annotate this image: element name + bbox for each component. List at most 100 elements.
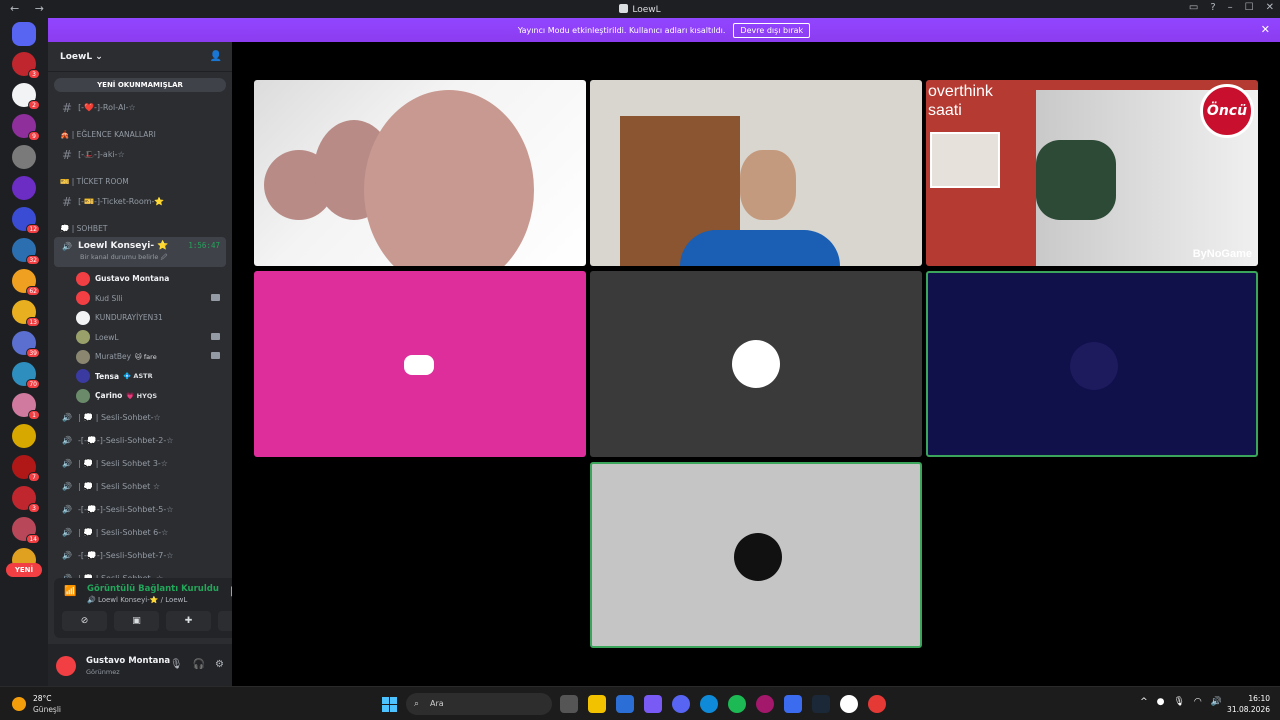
microphone-icon[interactable]: 🎙 [170, 659, 183, 670]
category-ticket[interactable]: 🎫 | TİCKET ROOM [48, 166, 232, 190]
wifi-icon[interactable]: ◠ [1194, 697, 1202, 707]
connection-status[interactable]: Görüntülü Bağlantı Kuruldu [87, 584, 219, 594]
channel-rol-al[interactable]: # [-❤️-]-Rol-Al-☆ [48, 96, 232, 119]
weather-sun-icon[interactable] [12, 697, 26, 711]
user-panel: Gustavo Montana Görünmez 🎙 🎧 ⚙ [48, 644, 232, 686]
new-servers-pill[interactable]: YENİ [6, 563, 42, 577]
channel-aki[interactable]: # [-🎩-]-aki-☆ [48, 143, 232, 166]
active-voice-channel[interactable]: 🔊 Loewl Konseyi- ⭐ Bir kanal durumu belir… [54, 237, 226, 267]
minimize-button[interactable]: – [1228, 2, 1233, 13]
video-tile-3[interactable]: overthink saati Öncü ByNoGame [926, 80, 1258, 266]
server-icon[interactable] [12, 145, 36, 169]
user-name[interactable]: Gustavo Montana [86, 656, 170, 666]
close-window-button[interactable]: ✕ [1266, 2, 1274, 13]
voice-member[interactable]: MuratBey 🐱 fare [48, 347, 232, 367]
camera-off-button[interactable]: ⊘ [62, 611, 107, 631]
server-icon[interactable]: 2 [12, 83, 40, 110]
discord-icon[interactable] [672, 695, 690, 713]
start-button[interactable] [382, 697, 397, 712]
activities-button[interactable]: ✚ [166, 611, 211, 631]
inbox-icon[interactable]: ▭ [1189, 2, 1198, 13]
server-icon[interactable]: 32 [12, 238, 40, 265]
voice-channel[interactable]: 🔊 -[-💭-]-Sesli-Sohbet-5-☆ [48, 498, 232, 521]
person [680, 230, 840, 266]
app-icon[interactable] [868, 695, 886, 713]
server-icon[interactable]: 7 [12, 455, 40, 482]
voice-channel[interactable]: 🔊 | 💭 | Sesli Sohbet ☆ [48, 475, 232, 498]
video-tile-1[interactable] [254, 80, 586, 266]
taskbar-search[interactable]: ⌕ Ara [406, 693, 552, 715]
unread-pill[interactable]: YENİ OKUNMAMIŞLAR [54, 78, 226, 92]
avatar[interactable] [56, 656, 76, 676]
voice-channel-name: | 💭 | Sesli Sohbet 3-☆ [77, 458, 168, 468]
invite-icon[interactable]: 👤 [210, 51, 222, 62]
headphones-icon[interactable]: 🎧 [193, 659, 205, 670]
app-icon[interactable]: ● [1157, 697, 1165, 707]
opera-gx-icon[interactable] [756, 695, 774, 713]
close-icon[interactable]: ✕ [1261, 23, 1270, 36]
chevron-up-icon[interactable]: ^ [1140, 697, 1148, 707]
voice-channel[interactable]: 🔊 | 💭 | Sesli-Sohbet-☆ [48, 406, 232, 429]
server-icon[interactable]: 1 [12, 393, 40, 420]
voice-member[interactable]: Tensa 💠 ASTR [48, 367, 232, 387]
server-icon[interactable] [12, 424, 36, 448]
voice-member[interactable]: Çarino 💗 HYQS [48, 386, 232, 406]
server-icon[interactable]: 9 [12, 114, 40, 141]
discord-home-icon[interactable] [12, 22, 36, 46]
task-view-icon[interactable] [560, 695, 578, 713]
weather-temp[interactable]: 28°C [33, 694, 52, 703]
video-tile-2[interactable] [590, 80, 922, 266]
server-icon[interactable] [12, 176, 36, 200]
server-icon[interactable]: 3 [12, 486, 40, 513]
voice-member[interactable]: Gustavo Montana [48, 269, 232, 289]
category-eglence[interactable]: 🎪 | EĞLENCE KANALLARI [48, 119, 232, 143]
voice-channel[interactable]: 🔊 | 💭 | Sesli Sohbet 3-☆ [48, 452, 232, 475]
microphone-icon[interactable]: 🎙 [1173, 697, 1184, 707]
steam-icon[interactable] [812, 695, 830, 713]
store-icon[interactable] [616, 695, 634, 713]
voice-member[interactable]: LoewL [48, 328, 232, 348]
video-tile-7[interactable] [590, 462, 922, 648]
server-icon[interactable]: 12 [12, 207, 40, 234]
edge-icon[interactable] [700, 695, 718, 713]
connected-channel[interactable]: 🔊 Loewl Konseyi-⭐ / LoewL [87, 596, 187, 604]
voice-channel[interactable]: 🔊 | 💭 | Sesli-Sohbet 6-☆ [48, 521, 232, 544]
member-name: Çarino [95, 391, 123, 401]
app-icon[interactable] [784, 695, 802, 713]
voice-member[interactable]: Kud Slli [48, 289, 232, 309]
maximize-button[interactable]: ☐ [1245, 2, 1254, 13]
taskbar-clock[interactable]: 16:10 31.08.2026 [1227, 693, 1270, 715]
screen-share-button[interactable]: ▣ [114, 611, 159, 631]
channel-status-prompt[interactable]: Bir kanal durumu belirle 🖉 [62, 253, 226, 264]
category-sohbet[interactable]: 💭 | SOHBET [48, 213, 232, 237]
video-tile-4[interactable] [254, 271, 586, 457]
signal-icon[interactable]: 📶 [64, 586, 80, 602]
voice-channel[interactable]: 🔊 -[-💭-]-Sesli-Sohbet-2-☆ [48, 429, 232, 452]
disable-streamer-mode-button[interactable]: Devre dışı bırak [733, 22, 811, 38]
app-icon[interactable] [840, 695, 858, 713]
voice-channel[interactable]: 🔊 -[-💭-]-Sesli-Sohbet-7-☆ [48, 544, 232, 567]
speaker-icon: 🔊 [62, 481, 72, 491]
file-explorer-icon[interactable] [588, 695, 606, 713]
widgets-icon[interactable] [644, 695, 662, 713]
server-icon[interactable]: 39 [12, 331, 40, 358]
video-tile-6[interactable] [926, 271, 1258, 457]
channel-ticket-room[interactable]: # [-🎫-]-Ticket-Room-⭐ [48, 190, 232, 213]
server-icon[interactable]: 62 [12, 269, 40, 296]
server-icon[interactable]: 13 [12, 300, 40, 327]
voice-member[interactable]: KUNDURAYİYEN31 [48, 308, 232, 328]
avatar [76, 388, 90, 403]
help-icon[interactable]: ? [1210, 2, 1215, 13]
avatar [76, 291, 90, 306]
server-icon[interactable]: 14 [12, 517, 40, 544]
speaker-icon: 🔊 [62, 435, 72, 445]
video-tile-5[interactable] [590, 271, 922, 457]
gear-icon[interactable]: ⚙ [215, 659, 224, 670]
volume-icon[interactable]: 🔊 [1211, 697, 1222, 707]
guild-header[interactable]: LoewL ⌄ 👤 [48, 42, 232, 72]
spotify-icon[interactable] [728, 695, 746, 713]
server-icon[interactable]: 70 [12, 362, 40, 389]
member-name: Tensa [95, 371, 120, 381]
weather-desc[interactable]: Güneşli [33, 705, 61, 714]
server-icon[interactable]: 3 [12, 52, 40, 79]
